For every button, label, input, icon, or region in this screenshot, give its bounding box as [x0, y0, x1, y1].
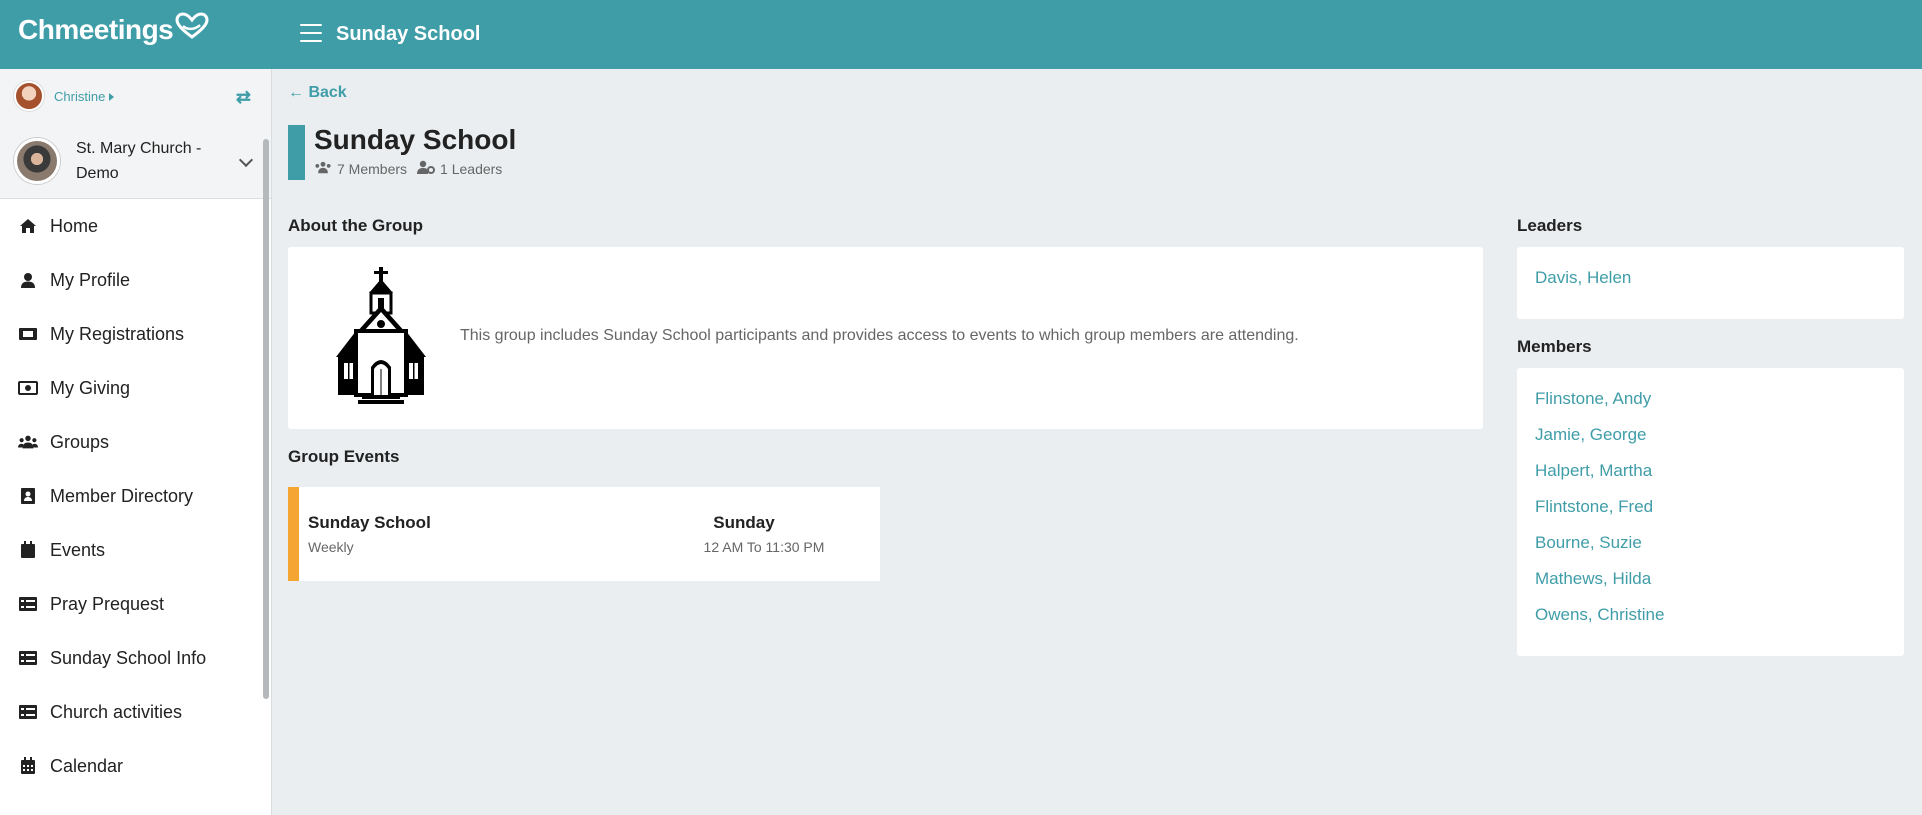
calendar-icon	[18, 541, 38, 559]
about-card: This group includes Sunday School partic…	[288, 247, 1483, 429]
member-link[interactable]: Flintstone, Fred	[1535, 497, 1653, 517]
sidebar-item-calendar[interactable]: Calendar	[0, 739, 271, 793]
list-icon	[18, 649, 38, 667]
sidebar-item-member-directory[interactable]: Member Directory	[0, 469, 271, 523]
leader-link[interactable]: Davis, Helen	[1535, 268, 1631, 288]
leader-icon	[417, 160, 436, 177]
member-link[interactable]: Halpert, Martha	[1535, 461, 1652, 481]
events-heading: Group Events	[288, 447, 400, 466]
church-name: St. Mary Church - Demo	[76, 139, 202, 182]
leaders-heading: Leaders	[1517, 216, 1583, 235]
user-avatar[interactable]	[14, 81, 44, 111]
about-heading: About the Group	[288, 216, 424, 235]
hamburger-menu-icon[interactable]	[300, 24, 322, 42]
sidebar-item-my-profile[interactable]: My Profile	[0, 253, 271, 307]
members-heading: Members	[1517, 337, 1592, 356]
sidebar-item-label: My Profile	[50, 269, 131, 290]
sidebar-item-pray-prequest[interactable]: Pray Prequest	[0, 577, 271, 631]
event-card[interactable]: Sunday School Weekly Sunday 12 AM To 11:…	[288, 487, 880, 581]
back-link[interactable]: ← Back	[288, 84, 347, 102]
switch-account-icon[interactable]: ⇄	[236, 87, 251, 108]
member-link[interactable]: Owens, Christine	[1535, 605, 1664, 625]
user-icon	[18, 271, 38, 289]
sidebar-item-label: My Registrations	[50, 323, 185, 344]
user-switcher: Christine ⇄	[0, 69, 271, 123]
list-icon	[18, 595, 38, 613]
sidebar-item-label: Sunday School Info	[50, 647, 207, 668]
address-book-icon	[18, 487, 38, 505]
sidebar-item-label: Events	[50, 539, 106, 560]
leaders-count: 1 Leaders	[440, 160, 503, 177]
sidebar-item-sunday-school-info[interactable]: Sunday School Info	[0, 631, 271, 685]
member-link[interactable]: Bourne, Suzie	[1535, 533, 1642, 553]
member-link[interactable]: Jamie, George	[1535, 425, 1647, 445]
church-avatar	[14, 137, 60, 184]
chevron-down-icon[interactable]	[238, 152, 254, 168]
about-description: This group includes Sunday School partic…	[460, 327, 1299, 344]
title-accent-bar	[288, 125, 305, 180]
sidebar-nav: Home My Profile My Registrations My Givi…	[0, 199, 271, 793]
users-icon	[314, 161, 332, 177]
sidebar-item-events[interactable]: Events	[0, 523, 271, 577]
group-counts: 7 Members 1 Leaders	[314, 160, 502, 177]
members-count: 7 Members	[337, 160, 408, 177]
sidebar-item-my-registrations[interactable]: My Registrations	[0, 307, 271, 361]
leaders-card: Davis, Helen	[1517, 247, 1904, 319]
sidebar-item-home[interactable]: Home	[0, 199, 271, 253]
ticket-icon	[18, 325, 38, 343]
back-label: Back	[308, 84, 347, 101]
home-icon	[18, 217, 38, 235]
member-link[interactable]: Mathews, Hilda	[1535, 569, 1651, 589]
member-link[interactable]: Flinstone, Andy	[1535, 389, 1651, 409]
sidebar-item-church-activities[interactable]: Church activities	[0, 685, 271, 739]
logo-heart-icon	[175, 12, 209, 39]
app-logo[interactable]: Chmeetings	[18, 12, 209, 46]
sidebar: Christine ⇄ St. Mary Church - Demo Home …	[0, 69, 272, 815]
money-icon	[18, 379, 38, 397]
sidebar-item-label: Church activities	[50, 701, 183, 722]
event-day: Sunday	[713, 513, 775, 532]
sidebar-item-label: Pray Prequest	[50, 593, 165, 614]
event-frequency: Weekly	[308, 539, 354, 555]
sidebar-item-groups[interactable]: Groups	[0, 415, 271, 469]
sidebar-item-label: Member Directory	[50, 485, 194, 506]
user-name-link[interactable]: Christine	[54, 89, 114, 104]
sidebar-item-label: My Giving	[50, 377, 131, 398]
event-name: Sunday School	[308, 513, 431, 532]
church-selector[interactable]: St. Mary Church - Demo	[0, 123, 271, 199]
sidebar-item-label: Home	[50, 215, 99, 236]
top-bar: Chmeetings Sunday School	[0, 0, 1922, 69]
church-building-icon	[336, 267, 426, 404]
group-title: Sunday School	[314, 124, 517, 155]
logo-text: Chmeetings	[18, 14, 174, 45]
list-icon	[18, 703, 38, 721]
users-icon	[18, 433, 38, 451]
event-time: 12 AM To 11:30 PM	[703, 539, 825, 555]
sidebar-item-label: Calendar	[50, 755, 124, 776]
members-card: Flinstone, Andy Jamie, George Halpert, M…	[1517, 368, 1904, 656]
sidebar-item-label: Groups	[50, 431, 110, 452]
sidebar-scrollbar[interactable]	[263, 139, 269, 699]
sidebar-item-my-giving[interactable]: My Giving	[0, 361, 271, 415]
calendar-grid-icon	[18, 757, 38, 775]
page-header-title: Sunday School	[336, 23, 481, 45]
arrow-left-icon: ←	[288, 84, 304, 101]
